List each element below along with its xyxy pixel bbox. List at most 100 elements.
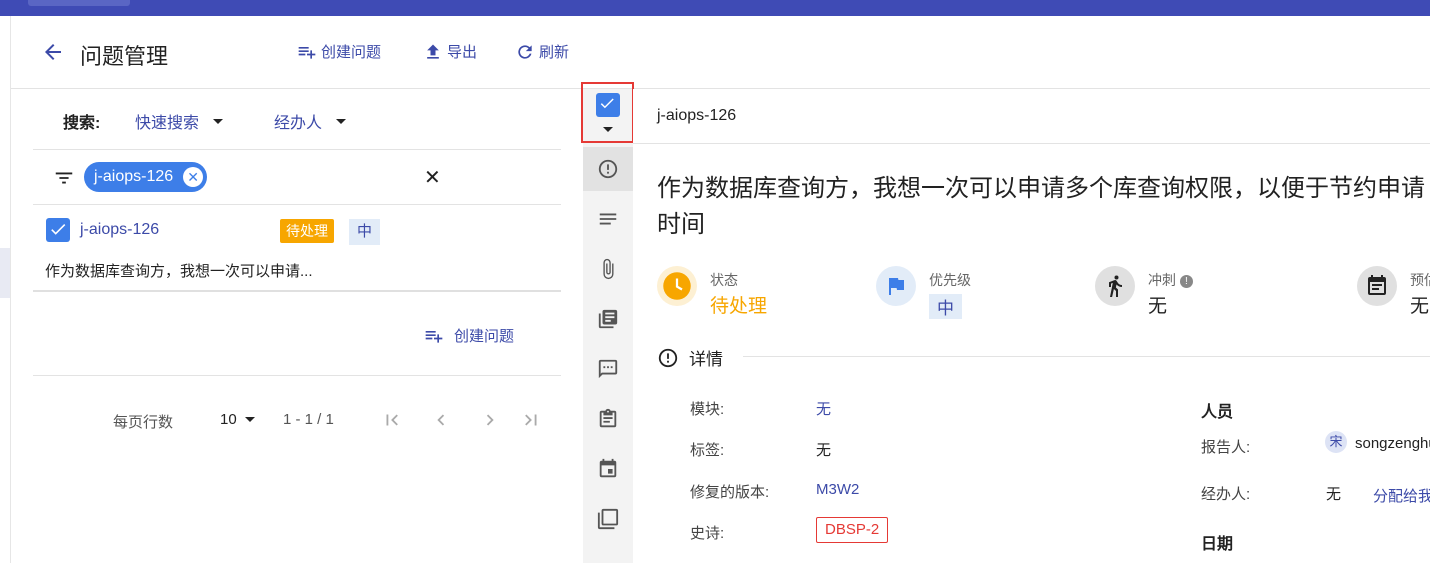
refresh-button[interactable]: 刷新 xyxy=(515,41,569,62)
info-outline-icon xyxy=(658,348,678,367)
linked-issues-tab[interactable] xyxy=(583,497,633,541)
highlight-box xyxy=(581,82,634,143)
divider xyxy=(33,375,561,376)
tags-value[interactable]: 无 xyxy=(816,439,831,460)
estimate-value: 无 xyxy=(1410,296,1430,317)
last-page-icon[interactable] xyxy=(520,409,542,431)
sprint-info-icon[interactable]: ! xyxy=(1179,275,1193,288)
comments-tab[interactable] xyxy=(583,347,633,391)
priority-value: 中 xyxy=(929,294,962,319)
quick-search-dropdown[interactable]: 快速搜索 xyxy=(135,109,224,133)
info-outline-icon xyxy=(598,159,618,179)
issue-key-link[interactable]: j-aiops-126 xyxy=(80,221,159,239)
search-bar: 搜索: 快速搜索 经办人 xyxy=(33,89,561,150)
nav-strip-highlight xyxy=(0,248,10,298)
epic-badge[interactable]: DBSP-2 xyxy=(816,517,889,543)
divider xyxy=(633,143,1430,144)
issue-title[interactable]: 作为数据库查询方，我想一次可以申请多个库查询权限，以便于节约申请时间 xyxy=(657,171,1430,243)
rows-per-page-select[interactable]: 10 xyxy=(220,411,255,428)
priority-badge: 中 xyxy=(349,219,380,245)
first-page-icon[interactable] xyxy=(381,409,403,431)
description-tab[interactable] xyxy=(583,197,633,241)
estimate-label: 预估 xyxy=(1410,272,1430,288)
flag-icon xyxy=(876,266,916,306)
create-issue-link[interactable]: 创建问题 xyxy=(424,325,514,346)
create-issue-label: 创建问题 xyxy=(321,44,382,61)
active-filter-bar: j-aiops-126 ✕ ✕ xyxy=(33,150,561,205)
avatar: 宋 xyxy=(1325,431,1347,453)
details-section-title: 详情 xyxy=(689,350,723,369)
issue-type-checkbox-icon xyxy=(46,218,70,242)
search-label: 搜索: xyxy=(63,115,101,132)
back-arrow-icon[interactable] xyxy=(41,40,65,64)
issue-list-panel: 搜索: 快速搜索 经办人 j-aiops-126 ✕ ✕ j-aiops-126… xyxy=(11,89,583,563)
assignee-filter-label: 经办人 xyxy=(274,115,323,132)
rows-per-page-value: 10 xyxy=(220,411,237,428)
worklog-tab[interactable] xyxy=(583,397,633,441)
page-range: 1 - 1 / 1 xyxy=(283,411,334,428)
event-icon xyxy=(599,458,617,478)
left-nav-strip xyxy=(0,16,11,563)
refresh-label: 刷新 xyxy=(539,44,570,61)
priority-label: 优先级 xyxy=(929,272,971,288)
chip-remove-icon[interactable]: ✕ xyxy=(183,167,204,187)
next-page-icon[interactable] xyxy=(479,409,501,431)
create-issue-link-label: 创建问题 xyxy=(454,328,515,345)
top-tab-stub[interactable] xyxy=(28,0,130,6)
sprint-label: 冲刺 ! xyxy=(1148,270,1193,290)
page-header: 问题管理 创建问题 导出 刷新 xyxy=(11,16,1430,89)
assignee-label: 经办人: xyxy=(1201,486,1251,503)
details-section-header: 详情 xyxy=(657,345,723,370)
assignee-dropdown[interactable]: 经办人 xyxy=(274,109,347,133)
filter-chip-label: j-aiops-126 xyxy=(94,168,174,185)
page-title: 问题管理 xyxy=(80,44,169,69)
copy-icon xyxy=(597,508,619,530)
divider xyxy=(743,356,1430,357)
tags-label: 标签: xyxy=(690,442,725,459)
status-value: 待处理 xyxy=(710,296,768,317)
filter-list-icon[interactable] xyxy=(53,167,75,189)
playlist-add-icon xyxy=(425,330,443,343)
issue-detail-panel: j-aiops-126 作为数据库查询方，我想一次可以申请多个库查询权限，以便于… xyxy=(633,89,1430,563)
library-books-icon xyxy=(598,309,618,329)
clear-filter-icon[interactable]: ✕ xyxy=(424,165,441,190)
notes-icon xyxy=(599,213,617,225)
clipboard-icon xyxy=(599,408,617,428)
fix-version-label: 修复的版本: xyxy=(690,484,770,501)
issue-summary: 作为数据库查询方，我想一次可以申请... xyxy=(45,263,313,280)
chevron-down-icon xyxy=(244,417,255,422)
rows-per-page-label: 每页行数 xyxy=(113,414,174,431)
people-heading: 人员 xyxy=(1201,404,1234,421)
assign-to-me-link[interactable]: 分配给我 xyxy=(1373,485,1430,506)
chevron-down-icon xyxy=(336,118,347,124)
attachments-tab[interactable] xyxy=(583,247,633,291)
module-value[interactable]: 无 xyxy=(816,398,831,419)
details-tab[interactable] xyxy=(583,147,633,191)
refresh-icon xyxy=(518,44,532,59)
top-app-bar xyxy=(0,0,1430,16)
module-label: 模块: xyxy=(690,401,725,418)
status-badge: 待处理 xyxy=(280,219,334,243)
export-label: 导出 xyxy=(447,44,478,61)
calendar-tab[interactable] xyxy=(583,447,633,491)
previous-page-icon[interactable] xyxy=(430,409,452,431)
calendar-icon xyxy=(1357,266,1397,306)
create-issue-button[interactable]: 创建问题 xyxy=(297,41,381,62)
sprint-label-text: 冲刺 xyxy=(1148,272,1176,288)
sprint-value: 无 xyxy=(1148,296,1168,317)
fix-version-value[interactable]: M3W2 xyxy=(816,481,859,498)
dates-heading: 日期 xyxy=(1201,536,1234,553)
assignee-value[interactable]: 无 xyxy=(1326,483,1341,504)
export-button[interactable]: 导出 xyxy=(423,41,477,62)
list-item[interactable]: j-aiops-126 待处理 中 作为数据库查询方，我想一次可以申请... xyxy=(33,205,561,292)
playlist-add-icon xyxy=(298,46,316,59)
filter-chip[interactable]: j-aiops-126 ✕ xyxy=(84,162,208,192)
clock-icon xyxy=(657,266,697,306)
detail-issue-key: j-aiops-126 xyxy=(657,107,737,124)
attachment-icon xyxy=(603,258,614,280)
run-icon xyxy=(1095,266,1135,306)
chevron-down-icon xyxy=(213,118,224,124)
comment-icon xyxy=(598,359,618,379)
wiki-tab[interactable] xyxy=(583,297,633,341)
reporter-name[interactable]: songzenghui xyxy=(1355,435,1430,452)
